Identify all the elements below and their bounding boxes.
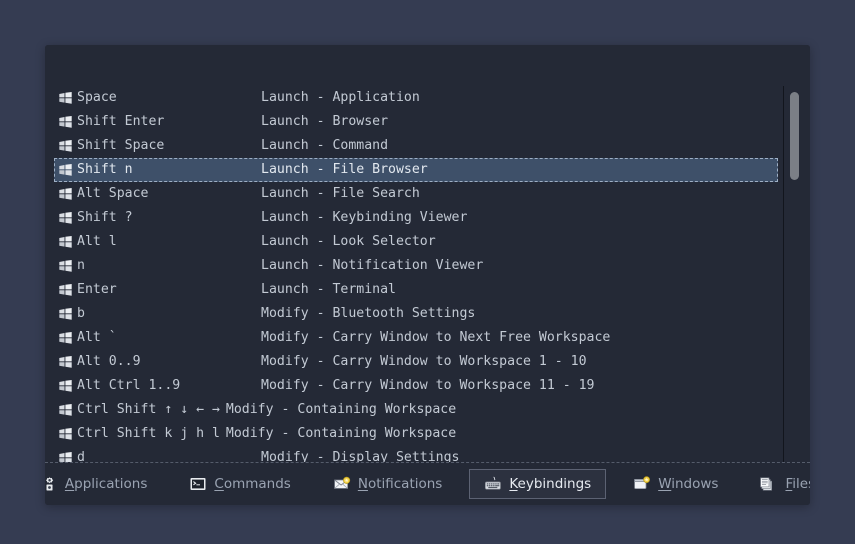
keybinding-viewer-window: SpaceLaunch - ApplicationShift EnterLaun…	[45, 45, 810, 505]
keybinding-action: Modify - Display Settings	[261, 446, 777, 462]
windows-key-icon	[59, 188, 72, 200]
keybinding-row[interactable]: Shift ?Launch - Keybinding Viewer	[54, 206, 778, 230]
windows-key-icon	[59, 428, 72, 440]
keybinding-keys: Alt 0..9	[77, 350, 261, 374]
keybinding-row[interactable]: Alt `Modify - Carry Window to Next Free …	[54, 326, 778, 350]
windows-key-icon	[59, 308, 72, 320]
windows-key-icon	[59, 164, 72, 176]
keybinding-keys: Ctrl Shift ↑ ↓ ← →	[77, 398, 220, 422]
list-divider	[783, 86, 784, 462]
tab-label-commands: Commands	[214, 476, 290, 492]
tab-label-windows: Windows	[658, 476, 718, 492]
tab-notifications[interactable]: Notifications	[318, 469, 458, 499]
keybinding-keys: Alt Space	[77, 182, 261, 206]
keybinding-keys: Alt Ctrl 1..9	[77, 374, 261, 398]
keybinding-keys: Space	[77, 86, 261, 110]
windows-key-icon	[59, 452, 72, 462]
keybinding-action: Launch - Browser	[261, 110, 777, 134]
keybinding-row[interactable]: Ctrl Shift k j h lModify - Containing Wo…	[54, 422, 778, 446]
tab-windows[interactable]: Windows	[618, 469, 733, 499]
keybinding-row[interactable]: Alt lLaunch - Look Selector	[54, 230, 778, 254]
keybinding-action: Modify - Bluetooth Settings	[261, 302, 777, 326]
keybinding-action: Launch - Keybinding Viewer	[261, 206, 777, 230]
keybinding-row[interactable]: Alt Ctrl 1..9Modify - Carry Window to Wo…	[54, 374, 778, 398]
keybinding-action: Launch - Notification Viewer	[261, 254, 777, 278]
keybinding-keys: Shift Space	[77, 134, 261, 158]
envelope-icon	[333, 476, 351, 492]
applications-icon	[45, 476, 58, 492]
keybinding-action: Launch - Look Selector	[261, 230, 777, 254]
keybinding-row[interactable]: Shift nLaunch - File Browser	[54, 158, 778, 182]
keybinding-row[interactable]: Ctrl Shift ↑ ↓ ← →Modify - Containing Wo…	[54, 398, 778, 422]
tab-commands[interactable]: Commands	[174, 469, 305, 499]
keybinding-row[interactable]: Alt 0..9Modify - Carry Window to Workspa…	[54, 350, 778, 374]
keybinding-action: Launch - File Search	[261, 182, 777, 206]
keybinding-keys: n	[77, 254, 261, 278]
keybinding-keys: Shift Enter	[77, 110, 261, 134]
tab-label-files: Files	[785, 476, 810, 492]
keybinding-row[interactable]: Alt SpaceLaunch - File Search	[54, 182, 778, 206]
keybinding-keys: d	[77, 446, 261, 462]
tab-bar: Applications Commands Notifications Keybind…	[45, 462, 810, 505]
tab-label-applications: Applications	[65, 476, 147, 492]
keybinding-action: Launch - File Browser	[261, 158, 777, 182]
windows-key-icon	[59, 212, 72, 224]
windows-key-icon	[59, 332, 72, 344]
keyboard-icon	[484, 476, 502, 492]
keybinding-action: Modify - Carry Window to Next Free Works…	[261, 326, 777, 350]
windows-key-icon	[59, 92, 72, 104]
keybinding-row[interactable]: nLaunch - Notification Viewer	[54, 254, 778, 278]
keybinding-action: Launch - Application	[261, 86, 777, 110]
documents-icon	[760, 476, 778, 492]
keybinding-row[interactable]: Shift EnterLaunch - Browser	[54, 110, 778, 134]
keybinding-row[interactable]: EnterLaunch - Terminal	[54, 278, 778, 302]
keybinding-list-region: SpaceLaunch - ApplicationShift EnterLaun…	[45, 86, 810, 462]
tab-label-keybindings: Keybindings	[509, 476, 591, 492]
keybinding-action: Launch - Terminal	[261, 278, 777, 302]
keybinding-row[interactable]: dModify - Display Settings	[54, 446, 778, 462]
windows-key-icon	[59, 404, 72, 416]
keybinding-keys: Alt l	[77, 230, 261, 254]
windows-key-icon	[59, 380, 72, 392]
keybinding-action: Modify - Containing Workspace	[226, 398, 777, 422]
windows-key-icon	[59, 236, 72, 248]
tab-files[interactable]: Files	[745, 469, 810, 499]
windows-key-icon	[59, 116, 72, 128]
keybinding-list[interactable]: SpaceLaunch - ApplicationShift EnterLaun…	[54, 86, 778, 462]
scrollbar-track[interactable]	[789, 90, 800, 458]
keybinding-keys: Enter	[77, 278, 261, 302]
terminal-icon	[189, 476, 207, 492]
scrollbar-thumb[interactable]	[790, 92, 799, 180]
windows-key-icon	[59, 356, 72, 368]
keybinding-row[interactable]: bModify - Bluetooth Settings	[54, 302, 778, 326]
windows-key-icon	[59, 260, 72, 272]
keybinding-row[interactable]: SpaceLaunch - Application	[54, 86, 778, 110]
keybinding-keys: b	[77, 302, 261, 326]
keybinding-action: Modify - Containing Workspace	[226, 422, 777, 446]
window-icon	[633, 476, 651, 492]
keybinding-keys: Shift ?	[77, 206, 261, 230]
tab-label-notifications: Notifications	[358, 476, 443, 492]
window-header	[45, 45, 810, 86]
keybinding-row[interactable]: Shift SpaceLaunch - Command	[54, 134, 778, 158]
keybinding-keys: Shift n	[77, 158, 261, 182]
tab-applications[interactable]: Applications	[45, 469, 162, 499]
keybinding-keys: Alt `	[77, 326, 261, 350]
windows-key-icon	[59, 140, 72, 152]
windows-key-icon	[59, 284, 72, 296]
keybinding-keys: Ctrl Shift k j h l	[77, 422, 220, 446]
keybinding-action: Modify - Carry Window to Workspace 1 - 1…	[261, 350, 777, 374]
tab-keybindings[interactable]: Keybindings	[469, 469, 606, 499]
keybinding-action: Launch - Command	[261, 134, 777, 158]
keybinding-action: Modify - Carry Window to Workspace 11 - …	[261, 374, 777, 398]
